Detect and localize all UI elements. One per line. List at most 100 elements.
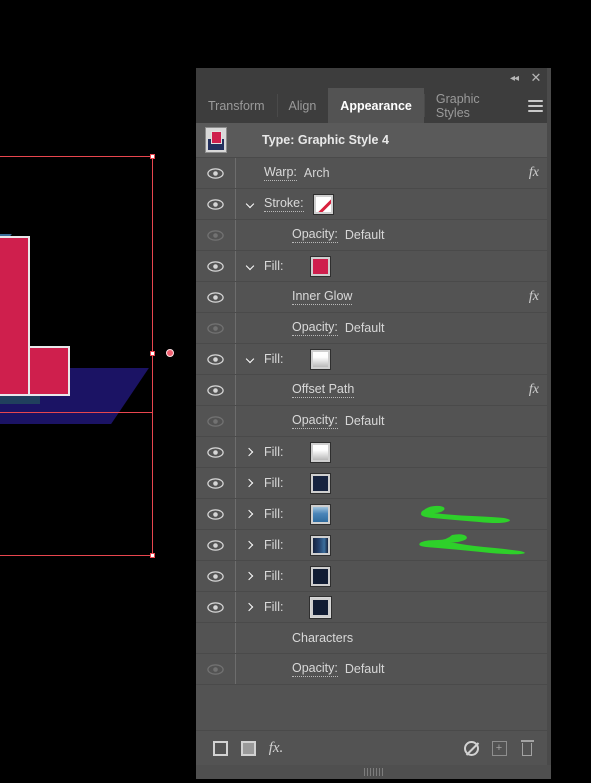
appearance-row[interactable]: Warp: Arch fx (196, 158, 551, 189)
visibility-toggle[interactable] (196, 654, 235, 684)
visibility-toggle[interactable] (196, 499, 235, 529)
appearance-row[interactable]: Characters (196, 623, 551, 654)
row-label[interactable]: Opacity: (292, 413, 338, 429)
visibility-toggle[interactable] (196, 437, 235, 467)
appearance-row[interactable]: Fill: (196, 437, 551, 468)
selection-handle-middle[interactable] (150, 351, 155, 356)
swatch-container (310, 348, 332, 370)
visibility-toggle[interactable] (196, 406, 235, 436)
visibility-toggle[interactable] (196, 189, 235, 219)
disclosure-triangle[interactable] (236, 561, 264, 591)
visibility-toggle[interactable] (196, 251, 235, 281)
panel-scrollbar[interactable] (547, 68, 551, 765)
row-value[interactable]: Arch (304, 166, 330, 180)
appearance-row[interactable]: Fill: (196, 499, 551, 530)
tab-transform[interactable]: Transform (196, 88, 277, 123)
row-label[interactable]: Opacity: (292, 227, 338, 243)
panel-resize-grip[interactable] (196, 765, 551, 779)
close-icon[interactable]: ✕ (526, 68, 546, 88)
disclosure-triangle[interactable] (236, 189, 264, 219)
disclosure-triangle[interactable] (236, 592, 264, 622)
visibility-toggle[interactable] (196, 313, 235, 343)
row-value[interactable]: Default (345, 228, 385, 242)
appearance-row[interactable]: Opacity: Default (196, 220, 551, 251)
row-value[interactable]: Default (345, 414, 385, 428)
tab-label: Graphic Styles (435, 91, 480, 120)
eye-icon (207, 260, 224, 272)
visibility-toggle[interactable] (196, 344, 235, 374)
row-label: Characters (292, 631, 354, 645)
visibility-toggle[interactable] (196, 282, 235, 312)
row-content: Fill: (264, 344, 551, 374)
row-label[interactable]: Offset Path (292, 382, 355, 398)
add-new-fill-button[interactable] (234, 736, 262, 760)
tab-appearance[interactable]: Appearance (328, 88, 424, 123)
disclosure-triangle[interactable] (236, 344, 264, 374)
swatch-white-gray-gradient[interactable] (310, 348, 332, 370)
disclosure-triangle[interactable] (236, 251, 264, 281)
row-value[interactable]: Default (345, 662, 385, 676)
appearance-row[interactable]: Fill: (196, 592, 551, 623)
row-label[interactable]: Stroke: (264, 196, 304, 212)
row-content: Warp: Arch (264, 158, 551, 188)
visibility-toggle[interactable] (196, 468, 235, 498)
appearance-row[interactable]: Opacity: Default (196, 406, 551, 437)
visibility-toggle[interactable] (196, 158, 235, 188)
row-content: Stroke: (264, 189, 551, 219)
swatch-dark-navy-outlined[interactable] (310, 596, 332, 618)
row-label[interactable]: Opacity: (292, 320, 338, 336)
tab-graphic-styles[interactable]: Graphic Styles (423, 88, 521, 123)
visibility-toggle[interactable] (196, 220, 235, 250)
delete-selected-item-button[interactable] (513, 736, 541, 760)
appearance-row[interactable]: Fill: (196, 344, 551, 375)
appearance-list[interactable]: Type: Graphic Style 4 Warp: Arch fx Stroke:… (196, 123, 551, 730)
disclosure-triangle[interactable] (236, 437, 264, 467)
selection-rotate-handle[interactable] (166, 349, 174, 357)
disclosure-triangle[interactable] (236, 530, 264, 560)
appearance-row[interactable]: Fill: (196, 561, 551, 592)
tab-align[interactable]: Align (276, 88, 329, 123)
appearance-row[interactable]: Opacity: Default (196, 313, 551, 344)
appearance-row[interactable]: Stroke: (196, 189, 551, 220)
appearance-row[interactable]: Fill: (196, 530, 551, 561)
add-new-effect-button[interactable]: fx. (262, 736, 290, 760)
visibility-toggle[interactable] (196, 592, 235, 622)
row-label[interactable]: Inner Glow (292, 289, 353, 305)
appearance-row[interactable]: Opacity: Default (196, 654, 551, 685)
appearance-row[interactable]: Offset Path fx (196, 375, 551, 406)
swatch-dark-navy-solid[interactable] (310, 565, 332, 587)
swatch-crimson[interactable] (310, 255, 332, 277)
appearance-row[interactable]: Inner Glow fx (196, 282, 551, 313)
illustration-canvas[interactable] (0, 0, 196, 783)
appearance-target-row[interactable]: Type: Graphic Style 4 (196, 123, 551, 158)
appearance-row[interactable]: Fill: (196, 251, 551, 282)
swatch-blue-gradient[interactable] (310, 503, 332, 525)
disclosure-triangle[interactable] (236, 499, 264, 529)
eye-icon (207, 291, 224, 303)
row-label[interactable]: Warp: (264, 165, 297, 181)
visibility-toggle-placeholder (196, 623, 235, 653)
selection-handle-top[interactable] (150, 154, 155, 159)
double-chevron-left-icon[interactable]: ◂◂ (504, 68, 524, 88)
swatch-container (310, 596, 332, 618)
visibility-toggle[interactable] (196, 561, 235, 591)
visibility-toggle[interactable] (196, 375, 235, 405)
selection-handle-bottom[interactable] (150, 553, 155, 558)
visibility-toggle[interactable] (196, 530, 235, 560)
row-content: Offset Path (264, 375, 551, 405)
swatch-none[interactable] (312, 193, 334, 215)
clear-appearance-button[interactable] (457, 736, 485, 760)
row-label: Fill: (264, 507, 284, 521)
row-value[interactable]: Default (345, 321, 385, 335)
add-new-stroke-button[interactable] (206, 736, 234, 760)
swatch-navy-blue-gradient[interactable] (310, 534, 332, 556)
swatch-navy-solid[interactable] (310, 472, 332, 494)
eye-icon (207, 570, 224, 582)
screen: ◂◂ ✕ Transform Align Appearance Graphic … (0, 0, 591, 783)
disclosure-triangle[interactable] (236, 468, 264, 498)
swatch-white-gray-gradient[interactable] (310, 441, 332, 463)
duplicate-selected-item-button[interactable]: + (485, 736, 513, 760)
appearance-row[interactable]: Fill: (196, 468, 551, 499)
row-label[interactable]: Opacity: (292, 661, 338, 677)
tab-label: Align (288, 98, 317, 113)
